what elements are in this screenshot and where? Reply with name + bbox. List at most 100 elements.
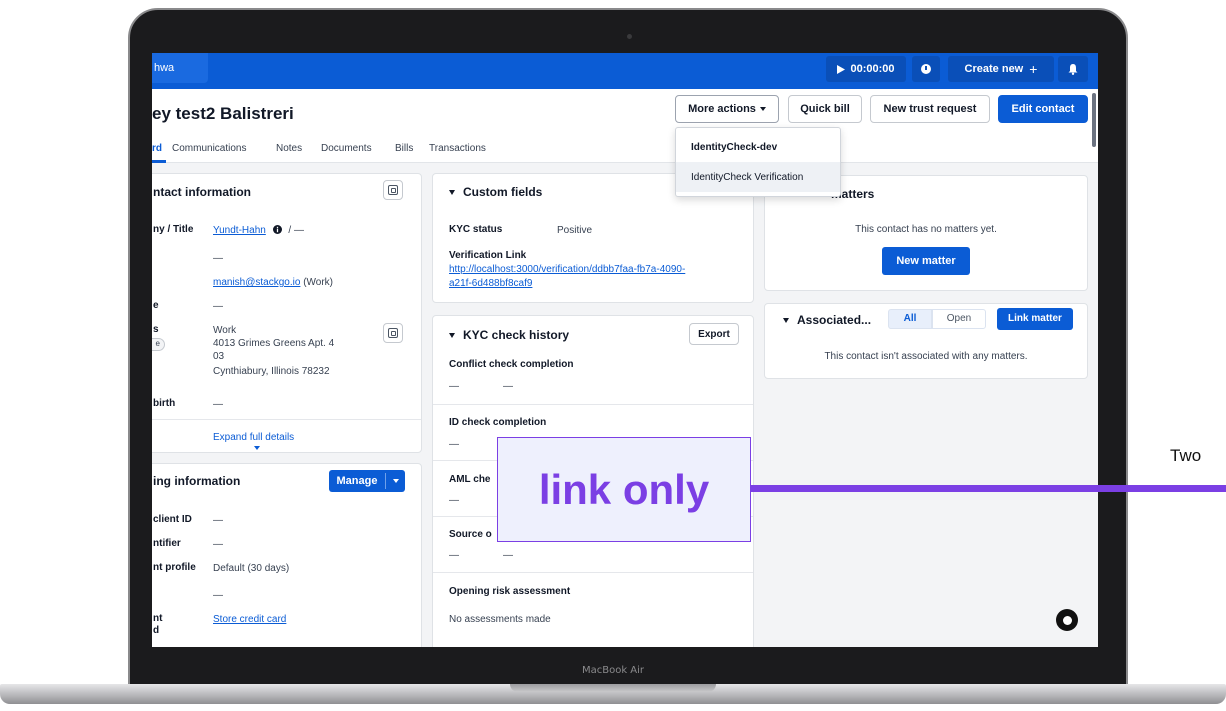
kyc-history-title: KYC check history: [449, 328, 569, 342]
tab-bar: rd Communications Notes Documents Bills …: [152, 133, 1098, 163]
menu-item-identitycheck-verification[interactable]: IdentityCheck Verification: [676, 162, 840, 192]
company-link[interactable]: Yundt-Hahn: [213, 225, 266, 236]
copy-address-button[interactable]: [383, 323, 403, 343]
email-type: (Work): [303, 277, 334, 288]
clock-button[interactable]: [912, 56, 940, 82]
quick-bill-label: Quick bill: [800, 103, 850, 115]
billing-information-card: ing information Manage client ID — ntifi…: [152, 463, 422, 647]
company-title-label: ny / Title: [153, 224, 194, 235]
screen: hwa 00:00:00 Create new + ey test2 Balis…: [152, 53, 1098, 647]
website-value: —: [213, 301, 223, 312]
export-button[interactable]: Export: [689, 323, 739, 345]
timer-value: 00:00:00: [850, 63, 895, 75]
kyc-history-title-text: KYC check history: [463, 328, 570, 342]
workspace-label: hwa: [154, 62, 175, 74]
workspace-tab[interactable]: hwa: [152, 53, 208, 83]
address-type: Work: [213, 325, 237, 336]
plus-icon: +: [1029, 61, 1038, 77]
copy-contact-button[interactable]: [383, 180, 403, 200]
copy-icon: [388, 185, 398, 195]
risk-assessment-value: No assessments made: [449, 614, 551, 625]
source-of-funds-date: —: [449, 550, 459, 561]
email-link[interactable]: manish@stackgo.io: [213, 277, 300, 288]
custom-fields-title-text: Custom fields: [463, 185, 543, 199]
card-divider: [152, 419, 421, 420]
active-tab-indicator: [152, 160, 166, 163]
associated-matters-card: Associated... All Open Link matter This …: [764, 303, 1088, 379]
clock-icon: [921, 64, 931, 74]
link-only-callout: link only: [497, 437, 751, 542]
associated-title: Associated...: [783, 313, 871, 327]
birth-value: —: [213, 399, 223, 410]
new-trust-request-button[interactable]: New trust request: [870, 95, 990, 123]
bell-icon: [1068, 63, 1078, 75]
manage-dropdown-button[interactable]: [386, 470, 405, 492]
tab-transactions[interactable]: Transactions: [429, 143, 486, 154]
birth-label: birth: [153, 398, 176, 409]
verification-link-line-1[interactable]: http://localhost:3000/verification/ddbb7…: [449, 263, 685, 276]
collapse-icon[interactable]: [449, 190, 455, 196]
chat-button[interactable]: [1056, 609, 1078, 631]
address-label: s: [153, 324, 159, 335]
address-line-1: 4013 Grimes Greens Apt. 4: [213, 338, 335, 349]
info-icon[interactable]: [272, 225, 282, 234]
timer-button[interactable]: 00:00:00: [826, 56, 906, 82]
billing-dash-value: —: [213, 590, 223, 601]
notifications-button[interactable]: [1058, 56, 1088, 82]
tab-notes[interactable]: Notes: [276, 143, 302, 154]
tab-bills[interactable]: Bills: [395, 143, 413, 154]
associated-empty-text: This contact isn't associated with any m…: [824, 351, 1028, 362]
contact-information-title: ntact information: [153, 185, 251, 199]
edit-contact-button[interactable]: Edit contact: [998, 95, 1088, 123]
client-id-label: client ID: [153, 514, 192, 525]
verification-link-line-2[interactable]: a21f-6d488bf8caf9: [449, 277, 532, 290]
verification-link-label: Verification Link: [449, 250, 527, 261]
payment-method-label-2: d: [153, 625, 160, 636]
phone-value: —: [213, 253, 223, 264]
menu-item-identitycheck-dev[interactable]: IdentityCheck-dev: [676, 132, 840, 162]
kyc-status-label: KYC status: [449, 224, 503, 235]
edit-contact-label: Edit contact: [1011, 103, 1075, 115]
quick-bill-button[interactable]: Quick bill: [788, 95, 862, 123]
page-title: ey test2 Balistreri: [152, 104, 294, 123]
payment-method-label: nt: [153, 613, 163, 624]
tab-communications[interactable]: Communications: [172, 143, 246, 154]
page-header: ey test2 Balistreri More actions Quick b…: [152, 89, 1098, 133]
filter-all-tab[interactable]: All: [888, 309, 932, 329]
manage-button[interactable]: Manage: [329, 470, 385, 492]
filter-open-tab[interactable]: Open: [932, 309, 986, 329]
laptop-notch: [510, 684, 716, 692]
chat-icon: [1062, 615, 1072, 625]
scrollbar[interactable]: [1092, 93, 1096, 147]
more-actions-button[interactable]: More actions: [675, 95, 779, 123]
camera-icon: [627, 34, 632, 39]
stage: hwa 00:00:00 Create new + ey test2 Balis…: [0, 0, 1226, 711]
address-line-2: 03: [213, 351, 225, 362]
associated-title-text: Associated...: [797, 313, 872, 327]
expand-full-details-link[interactable]: Expand full details: [213, 431, 294, 444]
link-matter-button[interactable]: Link matter: [997, 308, 1073, 330]
side-annotation-text: Two: [1170, 446, 1202, 465]
store-credit-card-link[interactable]: Store credit card: [213, 613, 286, 626]
more-actions-menu: IdentityCheck-dev IdentityCheck Verifica…: [675, 127, 841, 197]
more-actions-label: More actions: [688, 103, 756, 115]
history-divider: [433, 572, 753, 573]
create-new-button[interactable]: Create new +: [948, 56, 1054, 82]
identifier-value: —: [213, 539, 223, 550]
caret-down-icon: [392, 479, 399, 483]
laptop-brand-label: MacBook Air: [581, 665, 645, 676]
contact-information-card: ntact information ny / Title Yundt-Hahn …: [152, 173, 422, 453]
conflict-check-date: —: [449, 381, 459, 392]
address-badge-text: e: [155, 339, 160, 348]
company-title-suffix: / —: [288, 225, 304, 236]
tab-documents[interactable]: Documents: [321, 143, 372, 154]
aml-check-date: —: [449, 495, 459, 506]
tab-dashboard[interactable]: rd: [152, 143, 162, 154]
collapse-icon[interactable]: [449, 333, 455, 339]
website-label: e: [153, 300, 159, 311]
new-matter-button[interactable]: New matter: [882, 247, 970, 275]
payment-profile-label: nt profile: [153, 562, 196, 573]
collapse-icon[interactable]: [783, 318, 789, 324]
app-topbar: hwa 00:00:00 Create new +: [152, 53, 1098, 89]
address-line-3: Cynthiabury, Illinois 78232: [213, 366, 330, 377]
